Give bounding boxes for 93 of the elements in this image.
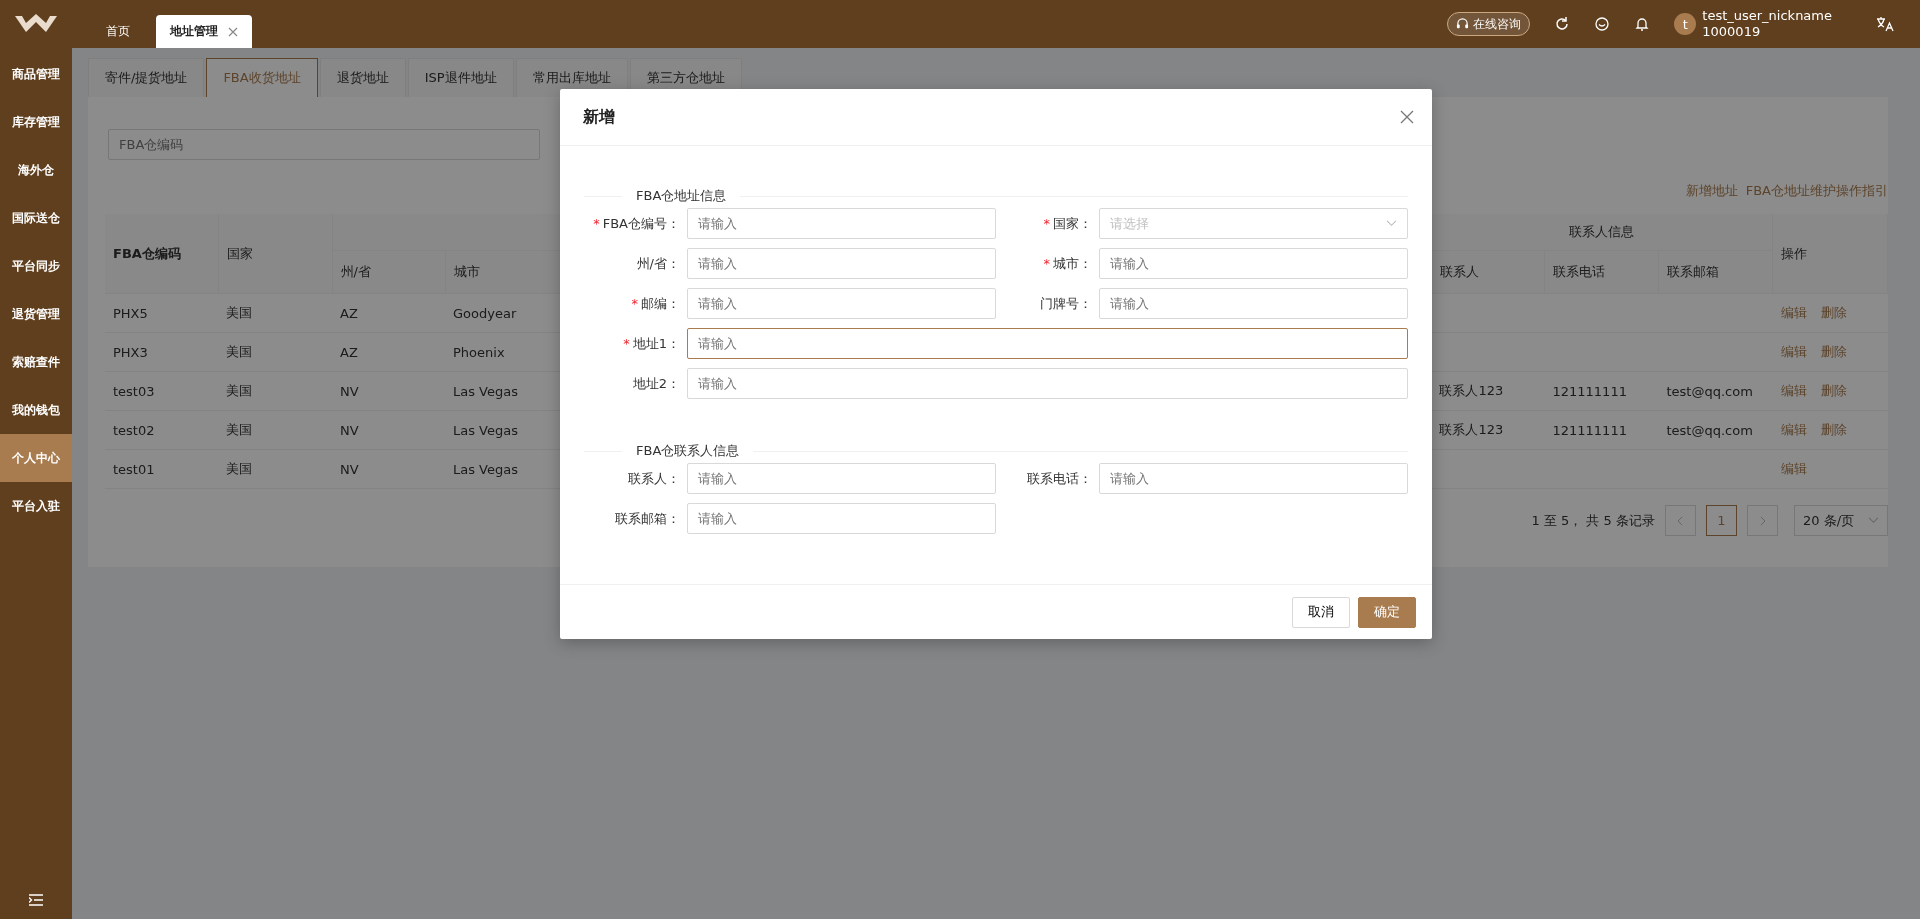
field-label: 门牌号：: [1040, 294, 1092, 313]
page-button[interactable]: 1: [1706, 505, 1737, 536]
table-cell: test02: [105, 410, 218, 450]
table-cell: 美国: [218, 332, 332, 372]
address-tab[interactable]: FBA收货地址: [206, 58, 318, 97]
table-cell: 美国: [218, 410, 332, 450]
required-mark: *: [623, 336, 630, 351]
page-tab[interactable]: 首页: [92, 15, 144, 48]
address-tab[interactable]: ISP退件地址: [407, 58, 514, 97]
chevron-left-icon: [1677, 515, 1684, 526]
header-link[interactable]: FBA仓地址维护操作指引: [1745, 182, 1888, 200]
consult-button[interactable]: 在线咨询: [1447, 12, 1531, 36]
table-cell: 联系人123: [1439, 383, 1504, 398]
table-cell: NV: [332, 371, 445, 411]
table-cell: 美国: [218, 293, 332, 333]
table-cell: test@qq.com: [1666, 422, 1753, 438]
user-avatar[interactable]: t: [1674, 13, 1697, 35]
close-icon[interactable]: [1400, 110, 1414, 124]
table-cell: test03: [105, 371, 218, 411]
column-group-header: 联系人信息: [1431, 214, 1773, 251]
refresh-icon[interactable]: [1554, 16, 1571, 32]
column-header: 州/省: [332, 250, 445, 294]
table-cell: 美国: [218, 449, 332, 489]
sidebar-item[interactable]: 商品管理: [0, 50, 72, 98]
row-action-link[interactable]: 编辑: [1780, 421, 1807, 439]
sidebar-item[interactable]: 海外仓: [0, 146, 72, 194]
page-size-select[interactable]: 20 条/页: [1794, 505, 1888, 536]
column-header: 联系人: [1431, 250, 1545, 294]
field-label: FBA仓编号：: [602, 214, 680, 233]
table-cell: test01: [105, 449, 218, 489]
record-summary: 1 至 5， 共 5 条记录: [1531, 511, 1655, 530]
user-name: test_user_nickname: [1702, 8, 1832, 24]
column-header: 联系邮箱: [1658, 250, 1773, 294]
table-cell: 联系人123: [1439, 422, 1504, 437]
search-field[interactable]: FBA仓编码: [108, 129, 540, 160]
row-action-link[interactable]: 编辑: [1780, 382, 1807, 400]
section-title: FBA仓地址信息: [636, 187, 727, 205]
table-cell: AZ: [332, 293, 445, 333]
headset-icon: [1456, 17, 1470, 31]
required-mark: *: [631, 296, 638, 311]
row-action-link[interactable]: 编辑: [1780, 304, 1807, 322]
table-cell: 美国: [218, 371, 332, 411]
sidebar-item[interactable]: 库存管理: [0, 98, 72, 146]
row-action-link[interactable]: 删除: [1820, 304, 1847, 322]
chevron-icon: [1386, 220, 1397, 227]
sidebar-item[interactable]: 个人中心: [0, 434, 72, 482]
translate-icon[interactable]: [1876, 16, 1894, 32]
row-action-link[interactable]: 编辑: [1780, 460, 1807, 478]
sidebar-item[interactable]: 平台入驻: [0, 482, 72, 530]
column-header: 国家: [218, 214, 332, 294]
chevron-right-icon: [1759, 515, 1766, 526]
required-mark: *: [1043, 216, 1050, 231]
row-action-link[interactable]: 删除: [1820, 421, 1847, 439]
user-id: 1000019: [1702, 24, 1762, 40]
required-mark: *: [593, 216, 600, 231]
table-cell: NV: [332, 449, 445, 489]
close-icon[interactable]: [228, 26, 238, 37]
menu-icon[interactable]: [29, 894, 43, 906]
smiley-icon[interactable]: [1594, 16, 1611, 32]
dialog-title: 新增: [583, 106, 615, 128]
page-tab[interactable]: 地址管理: [156, 15, 252, 48]
header-link[interactable]: 新增地址: [1685, 182, 1738, 200]
column-header: 联系电话: [1544, 250, 1659, 294]
input-field[interactable]: 请输入: [687, 328, 1408, 359]
column-header: FBA仓编码: [105, 214, 218, 294]
sidebar-item[interactable]: 国际送仓: [0, 194, 72, 242]
field-label: 联系邮箱：: [615, 509, 680, 528]
confirm-button[interactable]: 确定: [1358, 596, 1416, 628]
row-action-link[interactable]: 编辑: [1780, 343, 1807, 361]
cancel-button[interactable]: 取消: [1292, 596, 1350, 628]
table-cell: AZ: [332, 332, 445, 372]
table-cell: 121111111: [1552, 383, 1627, 399]
field-label: 国家：: [1053, 214, 1092, 233]
table-cell: PHX3: [105, 332, 218, 372]
sidebar-item[interactable]: 退货管理: [0, 290, 72, 338]
sidebar-item[interactable]: 平台同步: [0, 242, 72, 290]
chevron-down-icon: [1868, 517, 1879, 524]
column-header: 操作: [1772, 214, 1888, 294]
sidebar-item[interactable]: 我的钱包: [0, 386, 72, 434]
table-cell: test@qq.com: [1666, 383, 1753, 399]
field-label: 联系电话：: [1027, 469, 1092, 488]
sidebar-item[interactable]: 索赔查件: [0, 338, 72, 386]
logo-icon: [14, 14, 58, 34]
row-action-link[interactable]: 删除: [1820, 382, 1847, 400]
bell-icon[interactable]: [1634, 16, 1651, 32]
address-tab[interactable]: 退货地址: [319, 58, 406, 97]
field-label: 城市：: [1053, 254, 1092, 273]
table-cell: PHX5: [105, 293, 218, 333]
required-mark: *: [1043, 256, 1050, 271]
address-tab[interactable]: 寄件/提货地址: [88, 58, 205, 97]
row-action-link[interactable]: 删除: [1820, 343, 1847, 361]
table-cell: 121111111: [1552, 422, 1627, 438]
table-cell: NV: [332, 410, 445, 450]
